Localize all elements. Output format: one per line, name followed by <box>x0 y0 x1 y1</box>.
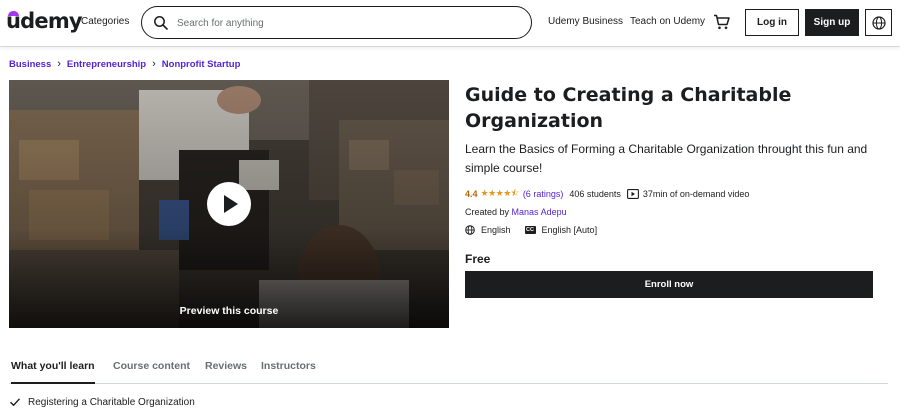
play-icon <box>224 195 238 213</box>
search-bar[interactable] <box>141 6 532 39</box>
instructor-link[interactable]: Manas Adepu <box>512 207 567 217</box>
rating-count-link[interactable]: (6 ratings) <box>523 189 564 199</box>
udemy-logo[interactable]: udemy <box>6 9 83 33</box>
course-tabs: What you'll learn Course content Reviews… <box>9 360 888 384</box>
created-by-label: Created by <box>465 207 510 217</box>
video-icon <box>626 189 639 199</box>
play-button[interactable] <box>207 182 251 226</box>
breadcrumb: Business › Entrepreneurship › Nonprofit … <box>9 58 240 70</box>
star-rating-icon: ★★★★⯪ <box>480 188 520 198</box>
login-button[interactable]: Log in <box>745 9 799 36</box>
student-count: 406 students <box>569 189 621 199</box>
globe-icon <box>872 16 886 30</box>
categories-menu[interactable]: Categories <box>81 16 129 27</box>
breadcrumb-entrepreneurship[interactable]: Entrepreneurship <box>67 59 146 70</box>
tab-what-youll-learn[interactable]: What you'll learn <box>11 360 95 384</box>
search-icon[interactable] <box>153 15 169 31</box>
tab-instructors[interactable]: Instructors <box>261 360 316 384</box>
breadcrumb-business[interactable]: Business <box>9 59 51 70</box>
course-title: Guide to Creating a Charitable Organizat… <box>465 84 792 132</box>
enroll-button[interactable]: Enroll now <box>465 271 873 298</box>
rating-value: 4.4 <box>465 189 478 199</box>
signup-button[interactable]: Sign up <box>805 9 859 36</box>
udemy-business-link[interactable]: Udemy Business <box>548 16 623 27</box>
video-duration: 37min of on-demand video <box>642 189 750 199</box>
check-icon <box>10 398 21 407</box>
tab-course-content[interactable]: Course content <box>113 360 190 384</box>
breadcrumb-nonprofit-startup[interactable]: Nonprofit Startup <box>162 59 241 70</box>
teach-on-udemy-link[interactable]: Teach on Udemy <box>630 16 705 27</box>
closed-captions-icon: CC <box>524 226 536 234</box>
tab-reviews[interactable]: Reviews <box>205 360 247 384</box>
course-stats: 4.4 ★★★★⯪ (6 ratings) 406 students 37min… <box>465 186 749 202</box>
learn-item-text: Registering a Charitable Organization <box>28 396 195 408</box>
learn-list-item: Registering a Charitable Organization <box>9 396 195 408</box>
search-input[interactable] <box>177 14 517 32</box>
course-language: English <box>481 225 511 235</box>
top-header: udemy Categories Udemy Business Teach on… <box>0 0 900 46</box>
cart-icon[interactable] <box>713 13 731 31</box>
caption-language: English [Auto] <box>541 225 598 235</box>
chevron-right-icon: › <box>57 58 61 70</box>
globe-icon <box>465 225 475 235</box>
course-preview[interactable]: Preview this course <box>9 80 449 328</box>
logo-hat-mark <box>8 11 19 16</box>
course-subtitle: Learn the Basics of Forming a Charitable… <box>465 142 868 175</box>
language-button[interactable] <box>865 9 892 36</box>
created-by: Created by Manas Adepu <box>465 207 567 217</box>
chevron-right-icon: › <box>152 58 156 70</box>
language-row: English CC English [Auto] <box>465 225 597 235</box>
course-price: Free <box>465 252 491 266</box>
preview-course-label[interactable]: Preview this course <box>9 305 449 317</box>
